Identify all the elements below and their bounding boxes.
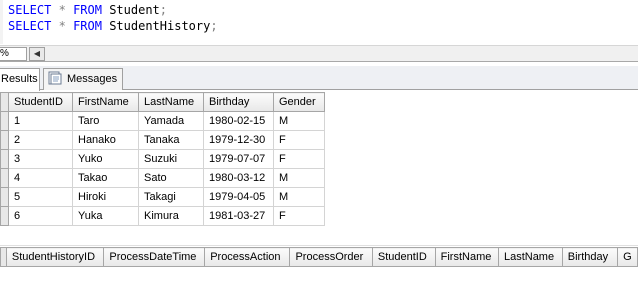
- row-selector[interactable]: [0, 187, 9, 207]
- table-cell[interactable]: 1979-12-30: [203, 130, 274, 150]
- table-row[interactable]: 4 Takao Sato 1980-03-12 M: [0, 168, 325, 188]
- code-line-1[interactable]: SELECT * FROM Student;: [8, 2, 167, 18]
- table-cell[interactable]: M: [273, 168, 325, 188]
- column-header[interactable]: LastName: [497, 247, 563, 267]
- column-header[interactable]: StudentID: [371, 247, 436, 267]
- table-row[interactable]: 1 Taro Yamada 1980-02-15 M: [0, 111, 325, 131]
- row-selector[interactable]: [0, 111, 9, 131]
- table-cell[interactable]: Hanako: [72, 130, 139, 150]
- table-cell[interactable]: Yuka: [72, 206, 139, 226]
- keyword-from: FROM: [73, 3, 102, 17]
- editor-gutter: [0, 0, 3, 44]
- tab-results[interactable]: Results: [0, 68, 40, 91]
- column-header[interactable]: Birthday: [203, 92, 274, 112]
- scroll-left-arrow-icon[interactable]: ◀: [29, 47, 45, 61]
- grid-header-row: StudentHistoryID ProcessDateTime Process…: [0, 247, 638, 267]
- table-cell[interactable]: Kimura: [138, 206, 204, 226]
- table-cell[interactable]: Takagi: [138, 187, 204, 207]
- table-cell[interactable]: Yuko: [72, 149, 139, 169]
- table-cell[interactable]: Takao: [72, 168, 139, 188]
- table-cell[interactable]: 1980-03-12: [203, 168, 274, 188]
- table-cell[interactable]: 4: [8, 168, 73, 188]
- table-cell[interactable]: 1980-02-15: [203, 111, 274, 131]
- table-cell[interactable]: Hiroki: [72, 187, 139, 207]
- results-pane: StudentID FirstName LastName Birthday Ge…: [0, 90, 638, 285]
- column-header[interactable]: LastName: [138, 92, 204, 112]
- table-cell[interactable]: Suzuki: [138, 149, 204, 169]
- semicolon: ;: [159, 3, 168, 17]
- tab-messages-label: Messages: [67, 73, 118, 85]
- column-header[interactable]: ProcessOrder: [289, 247, 373, 267]
- column-header[interactable]: ProcessDateTime: [103, 247, 206, 267]
- tab-messages[interactable]: Messages: [43, 68, 123, 90]
- column-header[interactable]: Birthday: [561, 247, 619, 267]
- row-selector[interactable]: [0, 206, 9, 226]
- table-row[interactable]: 5 Hiroki Takagi 1979-04-05 M: [0, 187, 325, 207]
- table-cell[interactable]: 1979-04-05: [203, 187, 274, 207]
- column-header[interactable]: FirstName: [434, 247, 499, 267]
- table-cell[interactable]: Sato: [138, 168, 204, 188]
- student-results-grid[interactable]: StudentID FirstName LastName Birthday Ge…: [0, 92, 325, 226]
- table-cell[interactable]: F: [273, 206, 325, 226]
- zoom-strip: % ◀: [0, 45, 638, 62]
- student-history-results-grid[interactable]: StudentHistoryID ProcessDateTime Process…: [0, 247, 638, 267]
- operator-star: *: [58, 19, 66, 33]
- table-row[interactable]: 3 Yuko Suzuki 1979-07-07 F: [0, 149, 325, 169]
- column-header[interactable]: G: [617, 247, 638, 267]
- table-cell[interactable]: F: [273, 149, 325, 169]
- grid-header-row: StudentID FirstName LastName Birthday Ge…: [0, 92, 325, 112]
- table-cell[interactable]: Taro: [72, 111, 139, 131]
- column-header[interactable]: StudentID: [8, 92, 73, 112]
- row-header-corner[interactable]: [0, 92, 9, 112]
- column-header[interactable]: FirstName: [72, 92, 139, 112]
- results-tab-strip: Results Messages: [0, 66, 638, 91]
- operator-star: *: [58, 3, 66, 17]
- row-selector[interactable]: [0, 149, 9, 169]
- code-line-2[interactable]: SELECT * FROM StudentHistory;: [8, 18, 218, 34]
- table-cell[interactable]: 6: [8, 206, 73, 226]
- sql-editor[interactable]: SELECT * FROM Student; SELECT * FROM Stu…: [0, 0, 638, 44]
- keyword-select: SELECT: [8, 3, 52, 17]
- table-cell[interactable]: 1: [8, 111, 73, 131]
- messages-icon: [48, 71, 62, 85]
- keyword-from: FROM: [73, 19, 102, 33]
- column-header[interactable]: ProcessAction: [204, 247, 291, 267]
- column-header[interactable]: Gender: [273, 92, 325, 112]
- table-cell[interactable]: 2: [8, 130, 73, 150]
- table-cell[interactable]: 3: [8, 149, 73, 169]
- table-name: Student: [109, 3, 160, 17]
- column-header[interactable]: StudentHistoryID: [5, 247, 105, 267]
- table-cell[interactable]: M: [273, 187, 325, 207]
- zoom-dropdown[interactable]: %: [0, 47, 27, 61]
- table-cell[interactable]: Yamada: [138, 111, 204, 131]
- grid-separator: [0, 245, 638, 246]
- table-row[interactable]: 6 Yuka Kimura 1981-03-27 F: [0, 206, 325, 226]
- table-row[interactable]: 2 Hanako Tanaka 1979-12-30 F: [0, 130, 325, 150]
- row-selector[interactable]: [0, 168, 9, 188]
- tab-results-label: Results: [1, 73, 38, 85]
- semicolon: ;: [210, 19, 218, 33]
- table-cell[interactable]: M: [273, 111, 325, 131]
- table-cell[interactable]: 5: [8, 187, 73, 207]
- table-cell[interactable]: 1981-03-27: [203, 206, 274, 226]
- table-cell[interactable]: Tanaka: [138, 130, 204, 150]
- table-cell[interactable]: 1979-07-07: [203, 149, 274, 169]
- keyword-select: SELECT: [8, 19, 52, 33]
- row-selector[interactable]: [0, 130, 9, 150]
- table-name: StudentHistory: [109, 19, 211, 33]
- table-cell[interactable]: F: [273, 130, 325, 150]
